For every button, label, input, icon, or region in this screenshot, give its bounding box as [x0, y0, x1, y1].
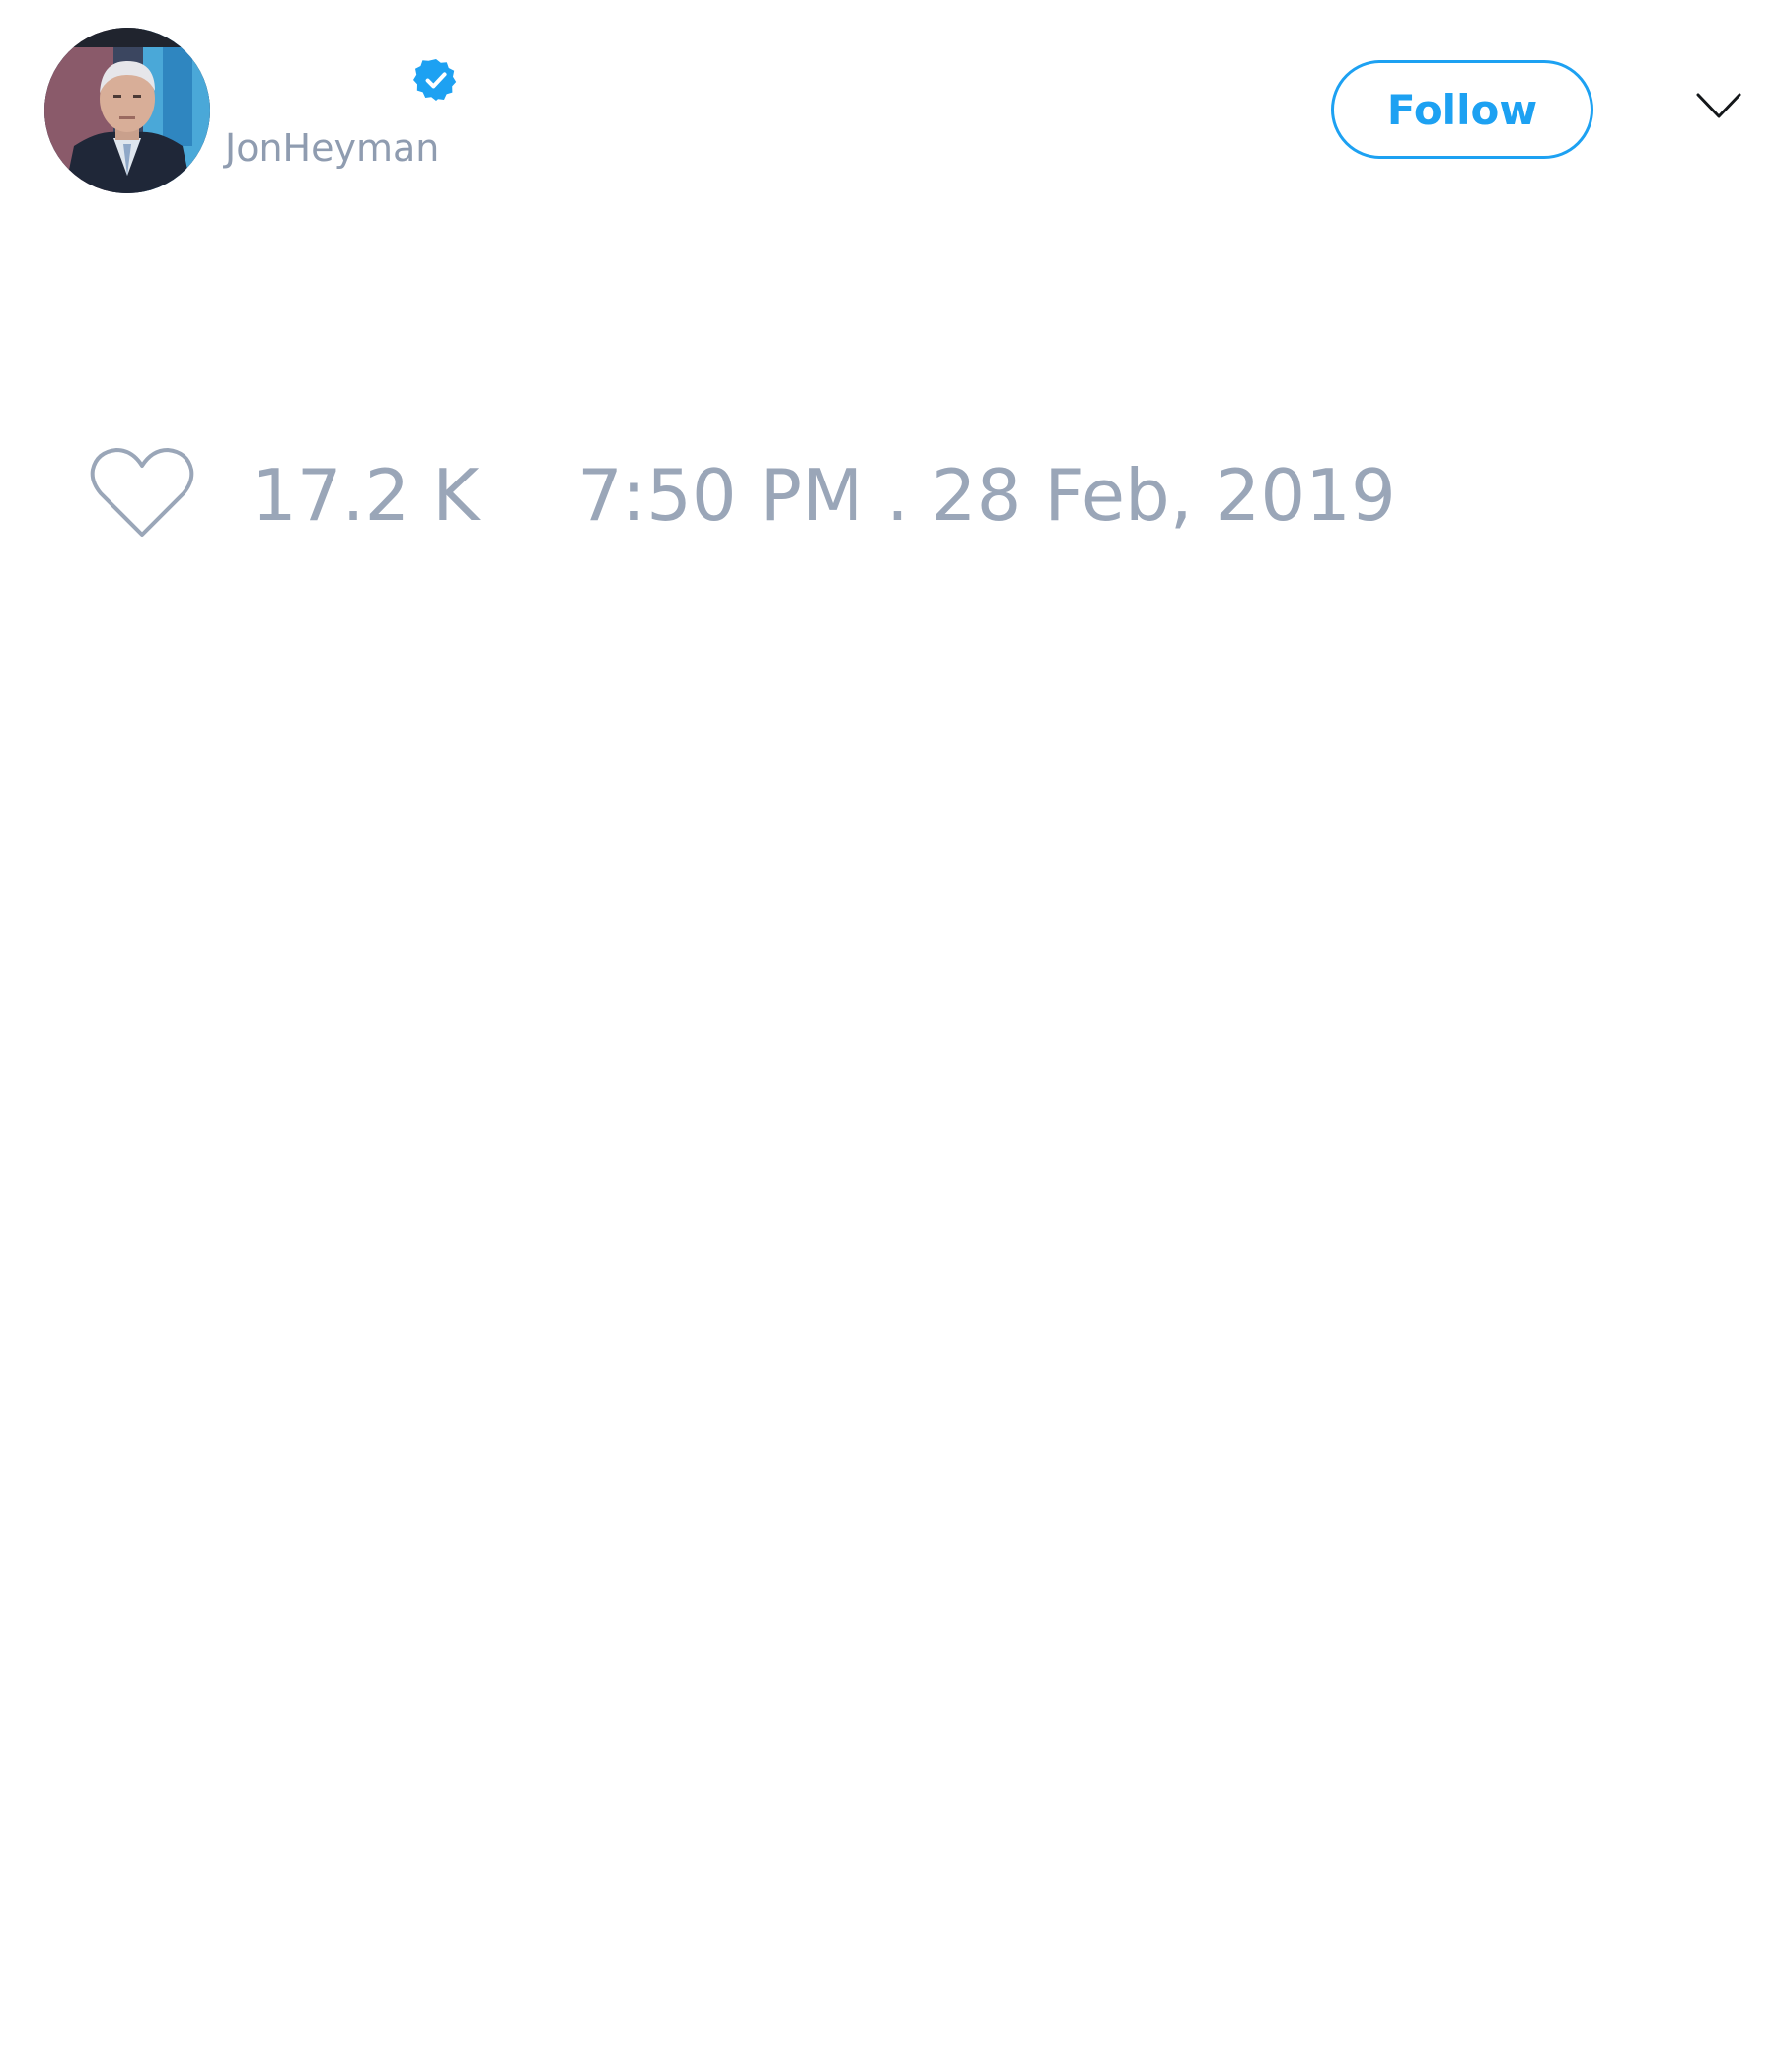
author-name-row	[225, 55, 460, 105]
avatar[interactable]	[44, 28, 210, 193]
heart-icon[interactable]	[89, 446, 195, 541]
verified-badge-icon	[413, 59, 457, 101]
chevron-down-icon[interactable]	[1695, 91, 1742, 122]
tweet-timestamp[interactable]: 7:50 PM . 28 Feb, 2019	[577, 452, 1396, 539]
author-display-name[interactable]	[225, 58, 412, 102]
tweet-card: JonHeyman Follow 17.2 K 7:50 PM . 28 Feb…	[0, 0, 1776, 2072]
avatar-photo	[44, 28, 210, 193]
like-count: 17.2 K	[252, 454, 480, 537]
follow-button[interactable]: Follow	[1331, 60, 1593, 159]
author-handle[interactable]: JonHeyman	[225, 126, 439, 170]
